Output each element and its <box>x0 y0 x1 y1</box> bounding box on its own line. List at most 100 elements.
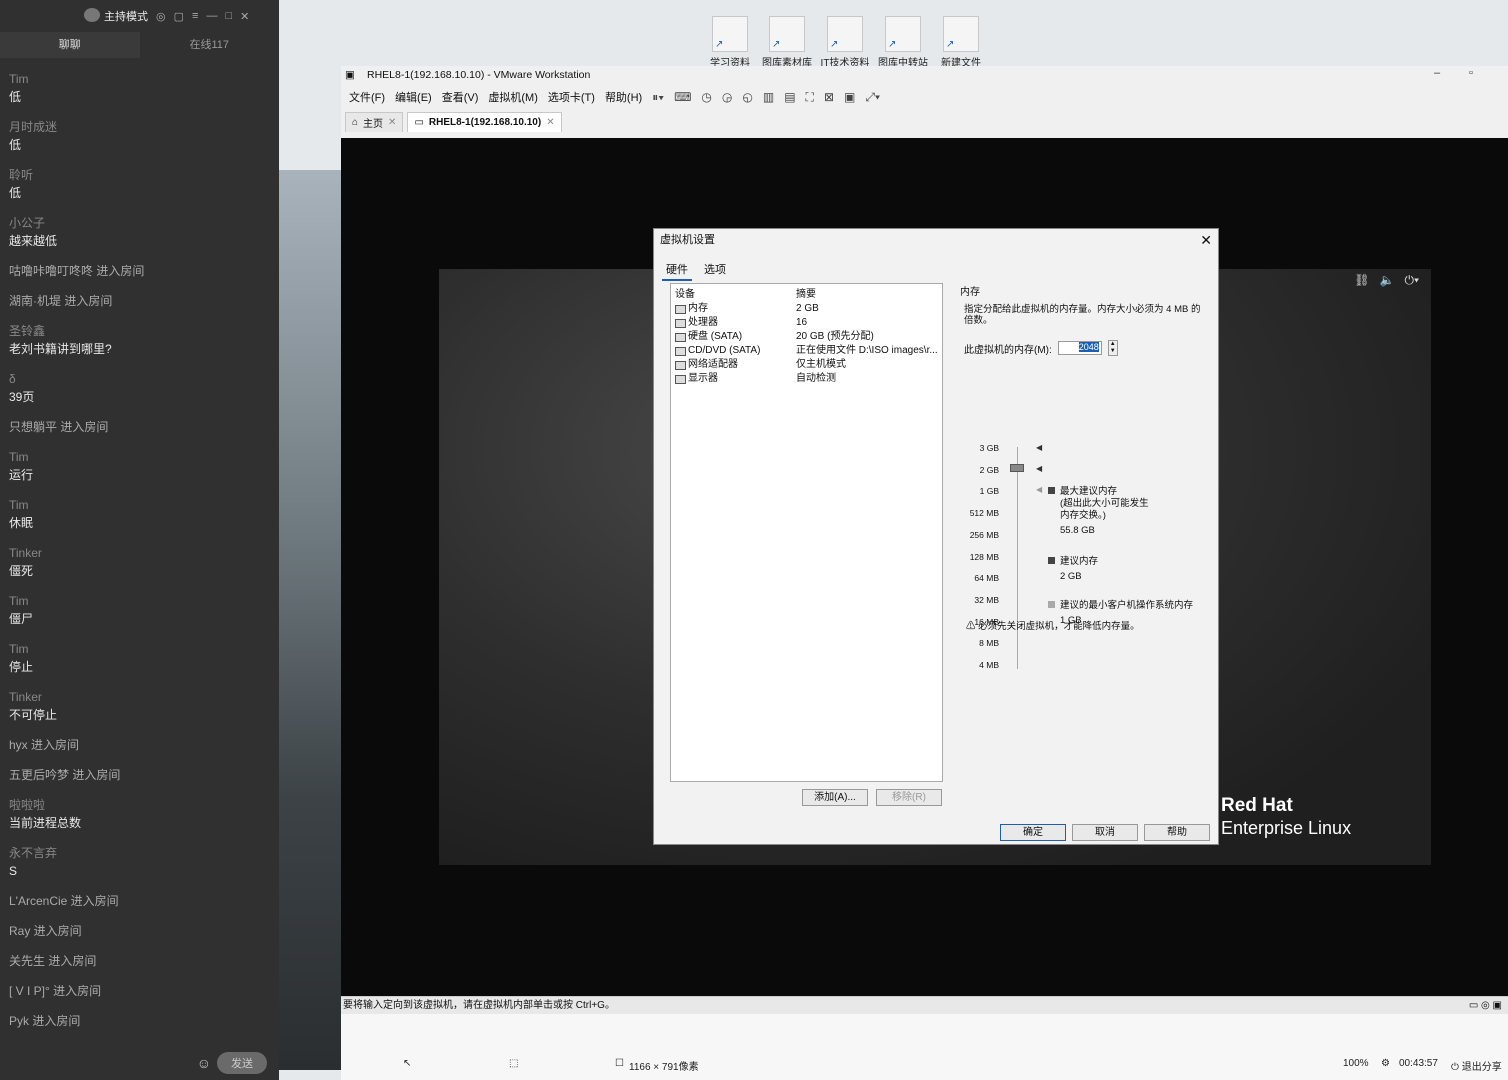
chat-username: 啦啦啦 <box>9 798 46 812</box>
resolution-text: 1166 × 791像素 <box>629 1062 699 1073</box>
ok-button[interactable]: 确定 <box>1000 824 1066 841</box>
col-device: 设备 <box>675 289 695 300</box>
revert-snapshot-icon[interactable]: ◶ <box>722 90 732 104</box>
menu-icon[interactable]: ≡ <box>192 10 198 22</box>
tab-chat[interactable]: 聊聊 <box>0 32 140 58</box>
scale-tick-label: 8 MB <box>979 638 999 649</box>
fullscreen-icon[interactable]: ⛶ <box>806 90 814 105</box>
snapshot-icon[interactable]: ◷ <box>701 90 711 104</box>
exit-share-button[interactable]: ⏻ 退出分享 <box>1451 1058 1502 1073</box>
device-row[interactable]: 网络适配器 仅主机模式 <box>671 358 942 372</box>
desktop-shortcut[interactable]: ↗ 学习资料 <box>700 16 760 69</box>
device-status-icons[interactable]: ▭ ◎ ▣ <box>1469 997 1502 1015</box>
close-icon[interactable]: ✕ <box>546 117 554 128</box>
device-row[interactable]: 处理器 16 <box>671 316 942 330</box>
menu-help[interactable]: 帮助(H) <box>605 89 642 105</box>
memory-input[interactable]: 2048 <box>1057 341 1102 355</box>
window-icon[interactable]: ▢ <box>174 10 184 23</box>
menu-vm[interactable]: 虚拟机(M) <box>488 89 538 105</box>
chat-username: Tim <box>9 450 29 464</box>
maximize-icon[interactable]: ▫ <box>1469 67 1473 79</box>
stretch-icon[interactable]: ⤢▾ <box>865 90 880 105</box>
minimize-icon[interactable]: – <box>1434 67 1440 79</box>
warning-icon: ⚠ <box>966 621 976 632</box>
chat-text: [ V I P]° 进入房间 <box>9 984 102 998</box>
legend-label: 建议内存 <box>1060 556 1099 567</box>
device-name: 处理器 <box>688 317 718 328</box>
volume-icon[interactable]: 🔈 <box>1380 273 1395 288</box>
cursor-icon[interactable]: ↖ <box>403 1058 411 1069</box>
vmware-icon: ▣ <box>345 69 355 81</box>
minimize-icon[interactable]: — <box>206 10 217 22</box>
menu-view[interactable]: 查看(V) <box>442 89 479 105</box>
device-row[interactable]: CD/DVD (SATA) 正在使用文件 D:\ISO images\r... <box>671 344 942 358</box>
chat-text: 咕噜咔噜叮咚咚 进入房间 <box>9 264 145 278</box>
close-icon[interactable]: ✕ <box>1200 229 1212 251</box>
window-titlebar: ▣ RHEL8-1(192.168.10.10) - VMware Workst… <box>341 66 1508 84</box>
add-button[interactable]: 添加(A)... <box>802 789 868 806</box>
settings-icon[interactable]: ⚙ <box>1381 1058 1390 1069</box>
device-row[interactable]: 显示器 自动检测 <box>671 372 942 386</box>
menu-tabs[interactable]: 选项卡(T) <box>548 89 595 105</box>
chat-username: δ <box>9 372 16 386</box>
vm-icon: ▭ <box>414 117 424 128</box>
snapshot-manager-icon[interactable]: ◵ <box>742 90 752 104</box>
chat-text: L'ArcenCie 进入房间 <box>9 894 119 908</box>
desktop-shortcut[interactable]: ↗ IT技术资料 <box>815 16 875 69</box>
remove-button[interactable]: 移除(R) <box>876 789 942 806</box>
thumbnail-icon[interactable]: ▤ <box>784 90 795 104</box>
dialog-titlebar: 虚拟机设置 ✕ <box>654 229 1218 251</box>
memory-slider-track[interactable] <box>1017 447 1018 669</box>
scale-tick-label: 128 MB <box>969 551 999 562</box>
zoom-text: 100% <box>1343 1058 1369 1069</box>
unity-icon[interactable]: ⊠ <box>824 90 834 104</box>
desktop-shortcut[interactable]: ↗ 新建文件 <box>931 16 991 69</box>
power-icon[interactable]: ⏻▾ <box>1404 273 1419 288</box>
desktop-shortcut[interactable]: ↗ 图库素材库 <box>757 16 817 69</box>
tab-home[interactable]: ⌂ 主页 ✕ <box>345 112 404 132</box>
chat-message: Tim 休眠 <box>0 496 279 532</box>
memory-slider-thumb[interactable] <box>1010 464 1024 472</box>
legend-value: 2 GB <box>1060 571 1082 582</box>
chat-input-bar: ☺ 发送 <box>0 1046 279 1080</box>
emoji-icon[interactable]: ☺ <box>197 1055 211 1071</box>
desktop-shortcut[interactable]: ↗ 图库中转站 <box>873 16 933 69</box>
memory-spinner[interactable]: ▲ ▼ <box>1107 340 1118 356</box>
legend-swatch <box>1048 487 1055 494</box>
chat-message-list: Tim 低月时成迷低聆听低小公子 越来越低 咕噜咔噜叮咚咚 进入房间 湖南·机堤 进入房… <box>0 70 279 1042</box>
scale-tick-label: 64 MB <box>974 573 999 584</box>
chat-text: 休眠 <box>9 516 34 530</box>
cancel-button[interactable]: 取消 <box>1072 824 1138 841</box>
tab-hardware[interactable]: 硬件 <box>662 261 692 281</box>
scale-tick-label: 4 MB <box>979 660 999 670</box>
menu-edit[interactable]: 编辑(E) <box>395 89 432 105</box>
chat-username: 小公子 <box>9 216 46 230</box>
memory-icon <box>675 304 686 314</box>
region-icon[interactable]: ⬚ <box>509 1058 518 1069</box>
tab-online[interactable]: 在线117 <box>140 32 280 58</box>
chat-message: Ray 进入房间 <box>0 922 279 940</box>
device-row[interactable]: 内存 2 GB <box>671 302 942 316</box>
col-summary: 摘要 <box>796 289 816 300</box>
send-button[interactable]: 发送 <box>217 1052 267 1074</box>
tab-options[interactable]: 选项 <box>700 261 730 281</box>
send-keys-icon[interactable]: ⌨ <box>674 90 691 104</box>
device-row[interactable]: 硬盘 (SATA) 20 GB (预先分配) <box>671 330 942 344</box>
close-icon[interactable]: ✕ <box>388 117 396 128</box>
library-icon[interactable]: ▥ <box>763 90 774 104</box>
pause-icon[interactable]: ⏸▾ <box>652 90 664 105</box>
console-icon[interactable]: ▣ <box>844 90 855 104</box>
network-icon[interactable]: ⛓ <box>1354 273 1369 288</box>
dialog-title: 虚拟机设置 <box>660 234 715 246</box>
maximize-icon[interactable]: □ <box>225 10 232 22</box>
help-button[interactable]: 帮助 <box>1144 824 1210 841</box>
menu-file[interactable]: 文件(F) <box>349 89 385 105</box>
memory-group-label: 内存 <box>960 287 980 298</box>
share-bottom-bar: ↖ ⬚ ☐ 1166 × 791像素 100% ⚙ 00:43:57 ⏻ 退出分… <box>341 1014 1508 1080</box>
close-icon[interactable]: ✕ <box>240 10 249 23</box>
tab-rhel8[interactable]: ▭ RHEL8-1(192.168.10.10) ✕ <box>407 112 562 132</box>
chat-text: 五更后吟梦 进入房间 <box>9 768 121 782</box>
settings-icon[interactable]: ◎ <box>156 10 166 23</box>
scale-tick-label: 3 GB <box>979 443 999 453</box>
chat-text: 运行 <box>9 468 34 482</box>
